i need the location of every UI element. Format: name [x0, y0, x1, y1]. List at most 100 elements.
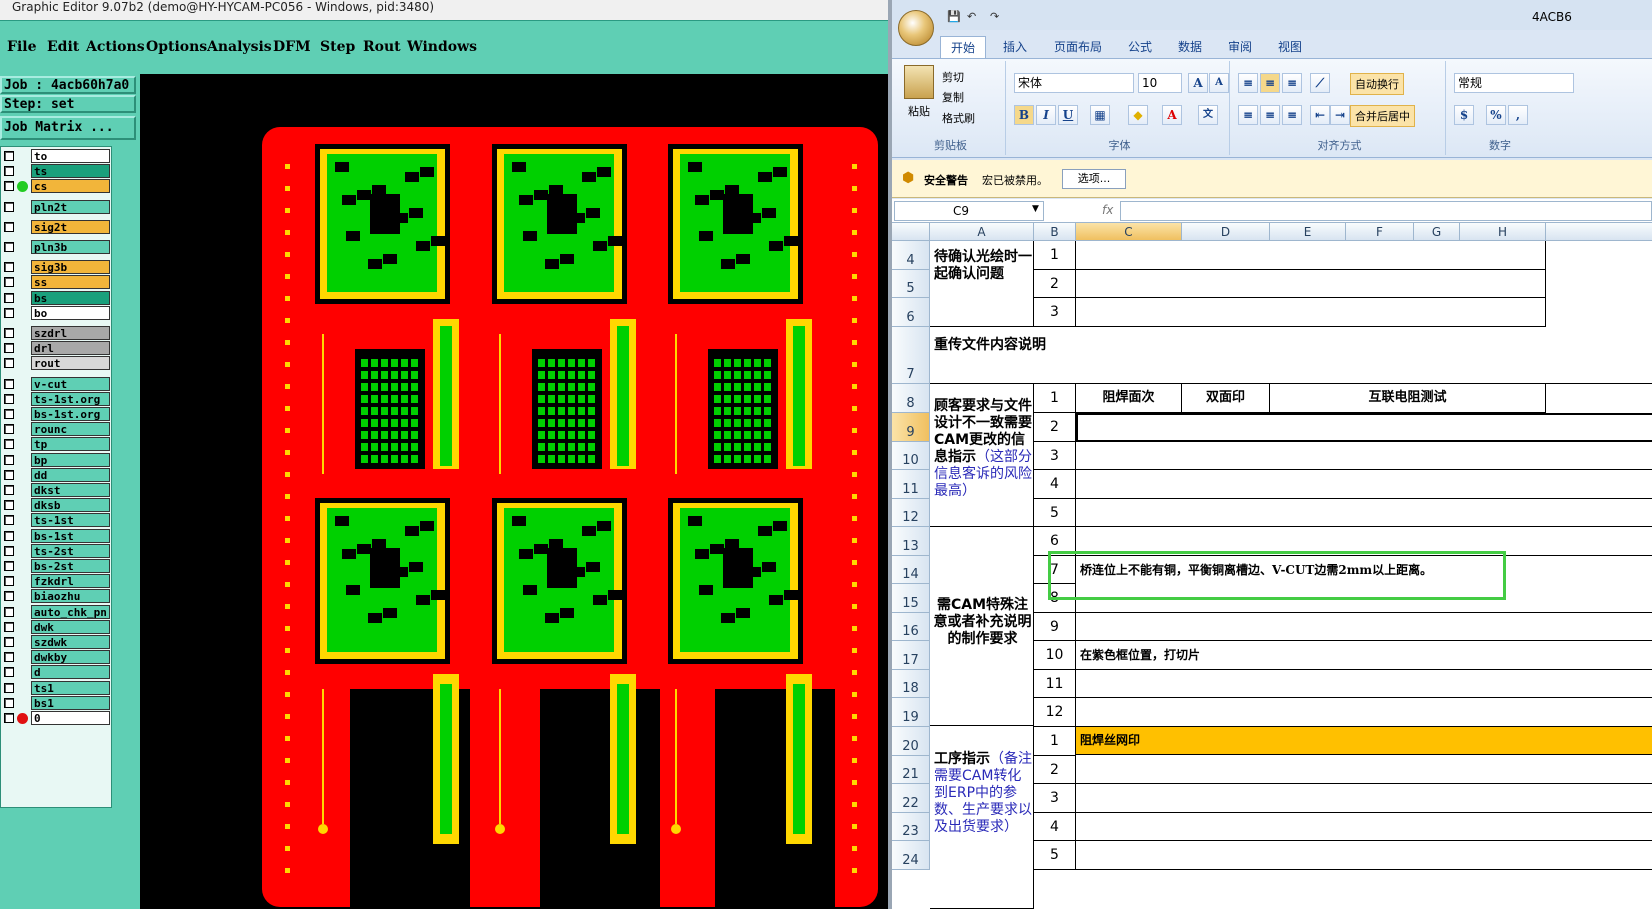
- align-middle-icon[interactable]: ≡: [1260, 73, 1280, 93]
- column-header[interactable]: G: [1414, 223, 1460, 241]
- menu-rout[interactable]: Rout: [363, 39, 401, 55]
- layer-name[interactable]: auto_chk_pn: [31, 604, 110, 619]
- layer-row[interactable]: szdwk: [1, 635, 111, 649]
- empty-cell[interactable]: [1076, 499, 1652, 527]
- layer-checkbox[interactable]: [4, 439, 14, 450]
- item-number[interactable]: 2: [1034, 756, 1076, 784]
- layer-checkbox[interactable]: [4, 469, 14, 480]
- layer-row[interactable]: dksb: [1, 498, 111, 513]
- layer-name[interactable]: sig2t: [31, 219, 110, 234]
- layer-name[interactable]: bs1: [31, 695, 110, 710]
- layer-row[interactable]: to: [1, 149, 111, 163]
- empty-cell[interactable]: [1076, 470, 1652, 499]
- layer-row[interactable]: szdrl: [1, 326, 111, 340]
- fx-icon[interactable]: fx: [1102, 203, 1113, 217]
- align-right-icon[interactable]: ≡: [1282, 105, 1302, 125]
- align-left-icon[interactable]: ≡: [1238, 105, 1258, 125]
- layer-checkbox[interactable]: [4, 201, 14, 212]
- item-number[interactable]: 2: [1034, 413, 1076, 442]
- empty-cell[interactable]: [1076, 698, 1652, 727]
- layer-row[interactable]: bs1: [1, 695, 111, 710]
- menu-windows[interactable]: Windows: [407, 39, 477, 55]
- tab-formulas[interactable]: 公式: [1118, 36, 1162, 58]
- cell-e8[interactable]: 互联电阻测试: [1270, 384, 1546, 413]
- layer-name[interactable]: bs-1st: [31, 528, 110, 543]
- underline-button[interactable]: U: [1058, 105, 1078, 125]
- row-header[interactable]: 11: [892, 470, 930, 499]
- layer-row[interactable]: ts1: [1, 680, 111, 695]
- cut-button[interactable]: 剪切: [942, 69, 964, 85]
- empty-cell[interactable]: [1076, 298, 1546, 327]
- layer-name[interactable]: tp: [31, 437, 110, 452]
- grow-font-button[interactable]: A: [1188, 73, 1208, 93]
- column-header[interactable]: D: [1182, 223, 1270, 241]
- layer-checkbox[interactable]: [4, 292, 14, 303]
- cell-c9-selected[interactable]: [1076, 413, 1652, 442]
- layer-row[interactable]: biaozhu: [1, 589, 111, 604]
- layer-row[interactable]: dwk: [1, 619, 111, 634]
- layer-name[interactable]: biaozhu: [31, 589, 110, 604]
- layer-row[interactable]: ts-1st: [1, 513, 111, 528]
- row-header[interactable]: 13: [892, 527, 930, 556]
- format-painter-button[interactable]: 格式刷: [942, 110, 975, 126]
- font-name-select[interactable]: 宋体: [1014, 73, 1134, 93]
- undo-icon[interactable]: ↶: [967, 10, 976, 23]
- layer-checkbox[interactable]: [4, 485, 14, 495]
- item-number[interactable]: 1: [1034, 727, 1076, 756]
- align-bottom-icon[interactable]: ≡: [1282, 73, 1302, 93]
- layer-row[interactable]: v-cut: [1, 376, 111, 391]
- currency-icon[interactable]: $: [1454, 105, 1474, 125]
- layer-checkbox[interactable]: [4, 667, 14, 678]
- layer-checkbox[interactable]: [4, 591, 14, 602]
- wrap-text-button[interactable]: 自动换行: [1350, 73, 1404, 95]
- menu-options[interactable]: Options: [146, 39, 207, 55]
- empty-cell[interactable]: [1076, 442, 1652, 470]
- layer-name[interactable]: ts-1st.org: [31, 391, 110, 406]
- column-header[interactable]: C: [1076, 223, 1182, 241]
- layer-checkbox[interactable]: [4, 515, 14, 526]
- layer-name[interactable]: dksb: [31, 498, 110, 513]
- copy-button[interactable]: 复制: [942, 89, 964, 105]
- menu-step[interactable]: Step: [320, 39, 355, 55]
- menu-actions[interactable]: Actions: [86, 39, 145, 55]
- layer-row[interactable]: bs-1st.org: [1, 407, 111, 421]
- layer-checkbox[interactable]: [4, 637, 14, 647]
- empty-cell[interactable]: [1076, 813, 1652, 841]
- layer-checkbox[interactable]: [4, 713, 14, 723]
- row-header[interactable]: 7: [892, 327, 930, 384]
- italic-button[interactable]: I: [1036, 105, 1056, 125]
- layer-checkbox[interactable]: [4, 262, 14, 273]
- layer-checkbox[interactable]: [4, 500, 14, 511]
- decrease-indent-icon[interactable]: ⇤: [1310, 105, 1330, 125]
- align-center-icon[interactable]: ≡: [1260, 105, 1280, 125]
- layer-name[interactable]: ts-1st: [31, 513, 110, 528]
- layer-name[interactable]: d: [31, 665, 110, 680]
- layer-name[interactable]: ts1: [31, 680, 110, 695]
- layer-name[interactable]: dwk: [31, 619, 110, 634]
- layer-name[interactable]: ts-2st: [31, 543, 110, 558]
- phonetic-icon[interactable]: 文: [1198, 105, 1218, 125]
- bold-button[interactable]: B: [1014, 105, 1034, 125]
- align-top-icon[interactable]: ≡: [1238, 73, 1258, 93]
- layer-row[interactable]: 0: [1, 711, 111, 725]
- layer-checkbox[interactable]: [4, 151, 14, 161]
- layer-row[interactable]: pln2t: [1, 199, 111, 214]
- layer-checkbox[interactable]: [4, 166, 14, 177]
- column-header[interactable]: F: [1346, 223, 1414, 241]
- layer-row[interactable]: auto_chk_pn: [1, 604, 111, 619]
- menu-dfm[interactable]: DFM: [273, 39, 311, 55]
- empty-cell[interactable]: [1076, 784, 1652, 813]
- layer-row[interactable]: rounc: [1, 422, 111, 437]
- layer-name[interactable]: cs: [31, 179, 110, 194]
- layer-checkbox[interactable]: [4, 454, 14, 465]
- column-header[interactable]: E: [1270, 223, 1346, 241]
- layer-checkbox[interactable]: [4, 682, 14, 693]
- item-number[interactable]: 5: [1034, 841, 1076, 870]
- cell-d8[interactable]: 双面印: [1182, 384, 1270, 413]
- layer-row[interactable]: tp: [1, 437, 111, 452]
- layer-checkbox[interactable]: [4, 576, 14, 587]
- item-number[interactable]: 3: [1034, 442, 1076, 470]
- cell-c20[interactable]: 阻焊丝网印: [1076, 726, 1652, 755]
- layer-name[interactable]: fzkdrl: [31, 574, 110, 589]
- layer-row[interactable]: bp: [1, 452, 111, 467]
